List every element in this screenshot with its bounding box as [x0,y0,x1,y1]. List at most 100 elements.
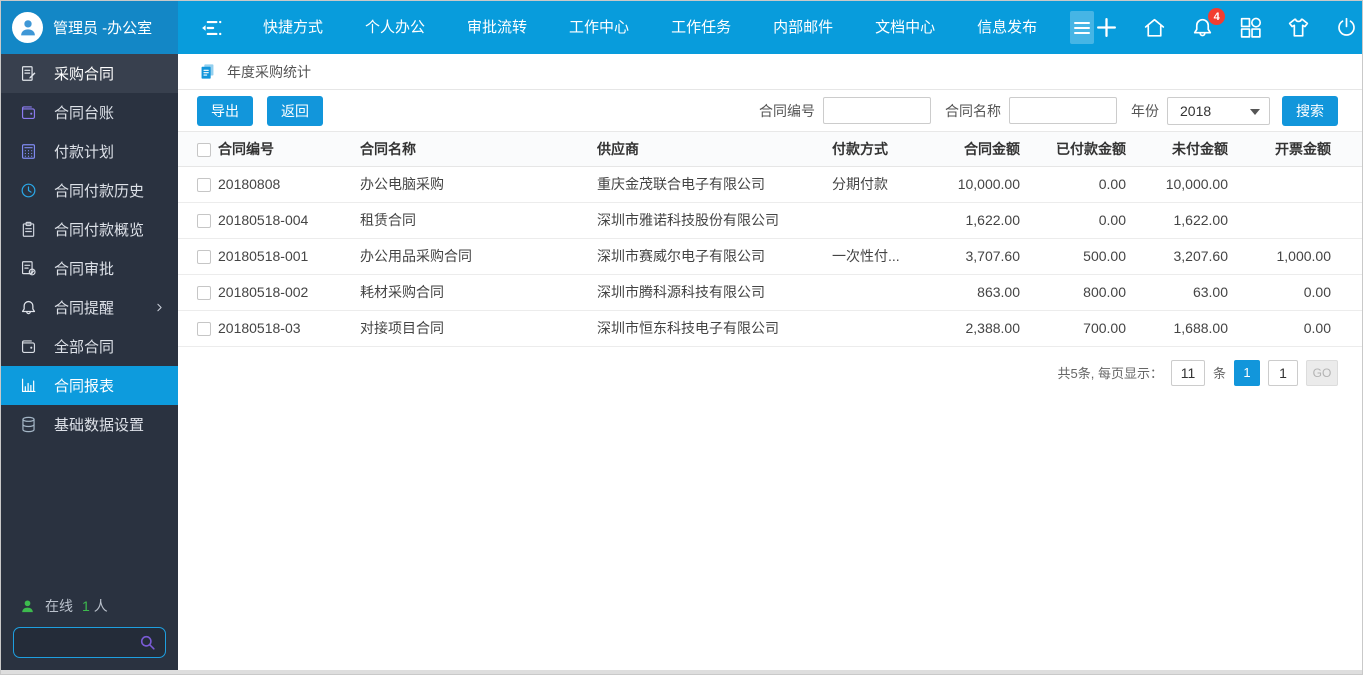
cell-1: 租赁合同 [360,202,597,239]
cell-4: 2,388.00 [944,310,1044,347]
more-menu-button[interactable] [1070,11,1095,44]
sidebar: 采购合同合同台账付款计划 合同付款历史 合同付款概览 合同审批合同提醒全部合同合同报表… [1,54,178,670]
cell-4: 1,622.00 [944,202,1044,239]
plus-icon[interactable] [1094,15,1119,40]
cell-2: 深圳市赛威尔电子有限公司 [597,238,832,275]
column-header-4: 合同金额 [944,132,1044,167]
year-select-value: 2018 [1180,102,1212,119]
cell-5: 0.00 [1044,202,1150,239]
cell-2: 重庆金茂联合电子有限公司 [597,166,832,203]
cell-6: 3,207.60 [1150,238,1252,275]
column-header-2: 供应商 [597,132,832,167]
sidebar-item-label: 基础数据设置 [54,417,145,434]
contract-name-input[interactable] [1009,97,1117,124]
main-content: 年度采购统计 导出 返回 合同编号 合同名称 年份 2018 搜索 合同编号 合… [178,54,1362,670]
apps-icon[interactable] [1238,15,1263,40]
goto-page-input[interactable] [1268,359,1298,386]
row-checkbox[interactable] [197,250,211,265]
sidebar-menu: 采购合同合同台账付款计划 合同付款历史 合同付款概览 合同审批合同提醒全部合同合同报表… [1,54,178,444]
online-status: 在线 1 人 [19,596,166,616]
cell-0: 20180518-03 [218,310,360,347]
calculator-icon [19,142,38,161]
toolbar: 导出 返回 合同编号 合同名称 年份 2018 搜索 [178,90,1362,132]
page-size-input[interactable] [1170,359,1205,386]
search-button[interactable]: 搜索 [1282,95,1338,126]
chart-icon [19,376,38,395]
nav-item-4[interactable]: 工作任务 [650,1,752,54]
sidebar-item-3[interactable]: 合同付款历史 [1,171,178,210]
sidebar-item-7[interactable]: 全部合同 [1,327,178,366]
column-header-3: 付款方式 [832,132,944,167]
sidebar-item-2[interactable]: 付款计划 [1,132,178,171]
sidebar-item-1[interactable]: 合同台账 [1,93,178,132]
row-checkbox[interactable] [197,178,211,193]
online-user-icon [19,598,36,615]
table-row[interactable]: 20180808 办公电脑采购 重庆金茂联合电子有限公司 分期付款 10,000.00 0… [178,166,1362,203]
row-checkbox[interactable] [197,214,211,229]
nav-item-7[interactable]: 信息发布 [956,1,1058,54]
year-select[interactable]: 2018 [1167,96,1270,125]
column-header-0: 合同编号 [218,132,360,167]
approve-icon [19,259,38,278]
table-row[interactable]: 20180518-03 对接项目合同 深圳市恒东科技电子有限公司 2,388.00 70… [178,310,1362,347]
sidebar-bottom: 在线 1 人 [1,596,178,658]
cell-0: 20180518-004 [218,202,360,239]
document-icon [198,62,217,81]
export-button[interactable]: 导出 [197,95,253,126]
cell-5: 700.00 [1044,310,1150,347]
current-page-button[interactable]: 1 [1234,359,1260,386]
back-button[interactable]: 返回 [267,95,323,126]
page-size-unit: 条 [1212,366,1226,381]
sidebar-item-8[interactable]: 合同报表 [1,366,178,405]
cell-3 [832,202,944,239]
row-checkbox[interactable] [197,322,211,337]
go-button[interactable]: GO [1306,359,1338,386]
sidebar-item-label: 合同台账 [54,105,115,122]
contracts-table: 合同编号 合同名称 供应商 付款方式 合同金额 已付款金额 未付金额 开票金额 2018080… [178,132,1362,347]
table-row[interactable]: 20180518-002 耗材采购合同 深圳市腾科源科技有限公司 863.00 800.… [178,274,1362,311]
user-block[interactable]: 管理员 -办公室 [1,1,178,54]
cell-5: 0.00 [1044,166,1150,203]
contract-name-label: 合同名称 [945,102,1001,119]
cell-5: 500.00 [1044,238,1150,275]
chevron-right-icon [153,301,166,314]
cell-1: 耗材采购合同 [360,274,597,311]
sidebar-search-box [13,627,166,658]
power-icon[interactable] [1334,15,1359,40]
horizontal-scrollbar[interactable] [1,670,1362,674]
sidebar-item-0[interactable]: 采购合同 [1,54,178,93]
top-nav: 快捷方式 个人办公 审批流转 工作中心 工作任务 内部邮件 文档中心 信息发布 [242,1,1058,54]
pagination-summary: 共5条, 每页显示： [1057,366,1163,381]
bell-icon[interactable]: 4 [1190,8,1226,40]
nav-item-5[interactable]: 内部邮件 [752,1,854,54]
wallet-icon [19,103,38,122]
sidebar-item-label: 全部合同 [54,339,115,356]
cell-3 [832,310,944,347]
shirt-icon[interactable] [1286,15,1311,40]
table-row[interactable]: 20180518-001 办公用品采购合同 深圳市赛威尔电子有限公司 一次性付... 3… [178,238,1362,275]
nav-item-6[interactable]: 文档中心 [854,1,956,54]
sidebar-item-4[interactable]: 合同付款概览 [1,210,178,249]
nav-item-2[interactable]: 审批流转 [446,1,548,54]
search-icon[interactable] [138,633,157,652]
home-icon[interactable] [1142,15,1167,40]
sidebar-item-9[interactable]: 基础数据设置 [1,405,178,444]
row-checkbox[interactable] [197,286,211,301]
collapse-sidebar-icon[interactable] [198,15,224,41]
cell-1: 办公用品采购合同 [360,238,597,275]
online-unit: 人 [93,598,108,614]
cell-2: 深圳市恒东科技电子有限公司 [597,310,832,347]
year-label: 年份 [1131,102,1159,119]
table-row[interactable]: 20180518-004 租赁合同 深圳市雅诺科技股份有限公司 1,622.00 0.0… [178,202,1362,239]
contract-no-input[interactable] [823,97,931,124]
cell-6: 1,688.00 [1150,310,1252,347]
app-window: 管理员 -办公室 快捷方式 个人办公 审批流转 工作中心 工作任务 内部邮件 文档中心 信息发… [0,0,1363,675]
nav-item-0[interactable]: 快捷方式 [242,1,344,54]
sidebar-item-6[interactable]: 合同提醒 [1,288,178,327]
select-all-checkbox[interactable] [197,142,211,157]
sidebar-item-5[interactable]: 合同审批 [1,249,178,288]
nav-item-3[interactable]: 工作中心 [548,1,650,54]
nav-item-1[interactable]: 个人办公 [344,1,446,54]
sidebar-item-label: 合同提醒 [54,300,115,317]
cell-2: 深圳市雅诺科技股份有限公司 [597,202,832,239]
